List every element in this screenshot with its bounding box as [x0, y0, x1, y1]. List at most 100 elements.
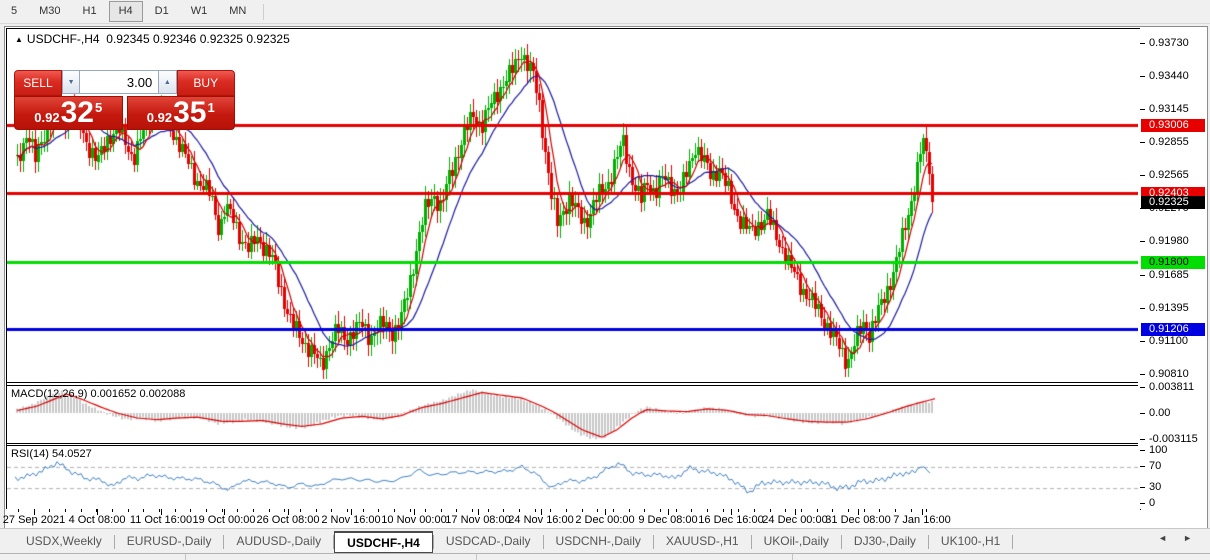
- status-cell: [477, 554, 793, 560]
- tab-ukoil-daily[interactable]: UKOil-,Daily: [752, 529, 841, 554]
- date-minor-tick: [394, 509, 395, 512]
- price-tick: [1140, 341, 1145, 342]
- timeframe-button-w1[interactable]: W1: [181, 1, 218, 22]
- price-tick: [1140, 241, 1145, 242]
- sell-price-big: 32: [60, 96, 94, 129]
- date-label: 16 Dec 16:00: [698, 514, 764, 526]
- rsi-tick-label: 70: [1149, 460, 1162, 472]
- date-minor-tick: [253, 509, 254, 512]
- date-minor-tick: [316, 509, 317, 512]
- price-tick: [1140, 109, 1145, 110]
- date-label: 11 Oct 16:00: [129, 514, 193, 526]
- price-tick-label: 0.91100: [1149, 335, 1188, 347]
- chart-quotes-label: 0.92345 0.92346 0.92325 0.92325: [106, 32, 290, 46]
- date-minor-tick: [613, 509, 614, 512]
- price-tick: [1140, 374, 1145, 375]
- rsi-pane[interactable]: RSI(14) 54.0527: [7, 445, 1138, 510]
- buy-price-base: 0.92: [146, 110, 173, 125]
- spin-down-icon: ▼: [67, 78, 75, 86]
- date-label: 2 Nov 16:00: [321, 514, 381, 526]
- date-minor-tick: [644, 509, 645, 512]
- tab-dj30-daily[interactable]: DJ30-,Daily: [842, 529, 928, 554]
- date-minor-tick: [848, 509, 849, 512]
- rsi-tick: [1140, 503, 1145, 504]
- tab-usdchf-h4[interactable]: USDCHF-,H4: [334, 530, 433, 553]
- macd-pane[interactable]: MACD(12,26,9) 0.001652 0.002088: [7, 385, 1138, 444]
- price-tick-label: 0.92855: [1149, 136, 1189, 148]
- date-axis: 27 Sep 2021 4 Oct 08:00 11 Oct 16:00 19 Oct…: [2, 509, 1139, 527]
- spin-up-icon: ▲: [163, 78, 171, 86]
- date-label: 31 Dec 08:00: [825, 514, 891, 526]
- price-tick-label: 0.91395: [1149, 302, 1189, 314]
- timeframe-button-5[interactable]: 5: [1, 1, 27, 22]
- status-cell: [0, 554, 186, 560]
- date-minor-tick: [488, 509, 489, 512]
- timeframe-button-h4[interactable]: H4: [108, 1, 143, 22]
- date-minor-tick: [331, 509, 332, 512]
- date-label: 7 Jan 16:00: [893, 514, 951, 526]
- price-tick-label: 0.93730: [1149, 37, 1189, 49]
- tab-usdx-weekly[interactable]: USDX,Weekly: [14, 529, 114, 554]
- collapse-arrow-icon[interactable]: ▲: [15, 35, 23, 44]
- volume-down-button[interactable]: ▼: [61, 70, 81, 94]
- date-minor-tick: [926, 509, 927, 512]
- date-minor-tick: [425, 509, 426, 512]
- date-label: 9 Dec 08:00: [638, 514, 698, 526]
- date-minor-tick: [550, 509, 551, 512]
- timeframe-toolbar: 5 M30 H1 H4 D1 W1 MN: [0, 0, 1210, 24]
- macd-label: MACD(12,26,9) 0.001652 0.002088: [11, 388, 186, 400]
- tab-scroll-right-icon[interactable]: ►: [1183, 533, 1192, 543]
- date-label: 27 Sep 2021: [2, 514, 66, 526]
- date-minor-tick: [143, 509, 144, 512]
- date-minor-tick: [206, 509, 207, 512]
- date-label: 24 Nov 16:00: [508, 514, 574, 526]
- date-minor-tick: [566, 509, 567, 512]
- date-minor-tick: [472, 509, 473, 512]
- rsi-tick-label: 0: [1149, 497, 1156, 509]
- date-minor-tick: [347, 509, 348, 512]
- date-minor-tick: [300, 509, 301, 512]
- date-minor-tick: [237, 509, 238, 512]
- date-minor-tick: [284, 509, 285, 512]
- timeframe-button-h1[interactable]: H1: [73, 1, 107, 22]
- tab-usdcad-daily[interactable]: USDCAD-,Daily: [434, 529, 543, 554]
- date-minor-tick: [269, 509, 270, 512]
- sell-price-display[interactable]: 0.92 32 5: [14, 96, 123, 130]
- rsi-canvas[interactable]: [7, 446, 1138, 507]
- sell-price-sup: 5: [94, 100, 103, 115]
- chart-title: ▲ USDCHF-,H4 0.92345 0.92346 0.92325 0.92…: [15, 32, 290, 46]
- tab-audusd-daily[interactable]: AUDUSD-,Daily: [224, 529, 333, 554]
- tab-xauusd-h1[interactable]: XAUUSD-,H1: [654, 529, 751, 554]
- tab-eurusd-daily[interactable]: EURUSD-,Daily: [115, 529, 224, 554]
- tab-divider: [1012, 534, 1014, 549]
- tab-scroll-nav: ◄ ►: [1158, 533, 1192, 543]
- date-label: 10 Nov 00:00: [381, 514, 447, 526]
- timeframe-button-mn[interactable]: MN: [219, 1, 256, 22]
- date-minor-tick: [582, 509, 583, 512]
- hline-price-badge: 0.93006: [1141, 119, 1205, 132]
- date-minor-tick: [49, 509, 50, 512]
- price-tick-label: 0.92565: [1149, 169, 1189, 181]
- volume-up-button[interactable]: ▲: [158, 70, 177, 94]
- macd-tick: [1140, 387, 1145, 388]
- volume-input[interactable]: [80, 70, 159, 94]
- price-tick-label: 0.93440: [1149, 70, 1189, 82]
- tab-usdcnh-daily[interactable]: USDCNH-,Daily: [544, 529, 653, 554]
- date-minor-tick: [817, 509, 818, 512]
- date-minor-tick: [519, 509, 520, 512]
- buy-button[interactable]: BUY: [176, 70, 235, 96]
- date-minor-tick: [441, 509, 442, 512]
- date-minor-tick: [363, 509, 364, 512]
- timeframe-button-d1[interactable]: D1: [145, 1, 179, 22]
- one-click-trade-panel: SELL ▼ ▲ BUY 0.92 32 5 0.92 35 1: [14, 70, 235, 130]
- buy-price-sup: 1: [207, 100, 215, 115]
- price-tick-label: 0.91685: [1149, 269, 1189, 281]
- timeframe-button-m30[interactable]: M30: [29, 1, 70, 22]
- sell-button[interactable]: SELL: [14, 70, 62, 96]
- date-minor-tick: [660, 509, 661, 512]
- status-cell: [186, 554, 477, 560]
- tab-scroll-left-icon[interactable]: ◄: [1158, 533, 1167, 543]
- buy-price-display[interactable]: 0.92 35 1: [126, 96, 235, 130]
- rsi-tick: [1140, 450, 1145, 451]
- tab-uk100-h1[interactable]: UK100-,H1: [929, 529, 1012, 554]
